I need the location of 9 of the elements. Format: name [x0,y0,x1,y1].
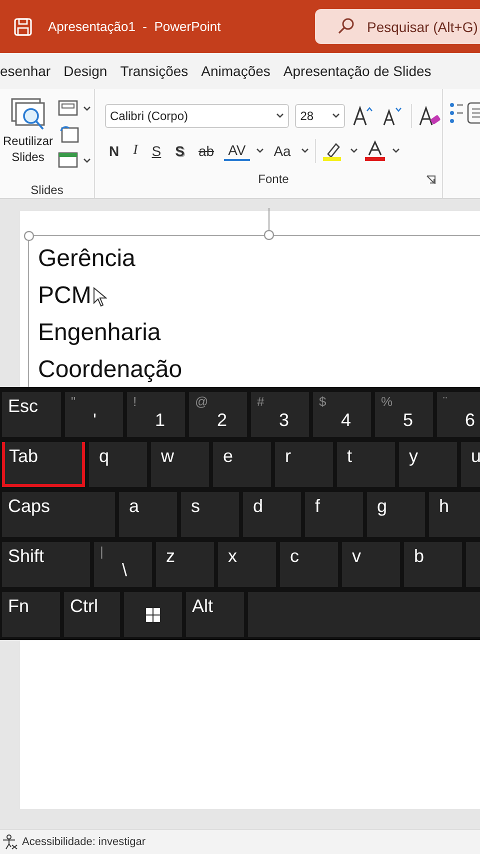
window-title: Apresentação1 - PowerPoint [48,19,221,34]
slide-text-line: Gerência [38,244,136,274]
slide-text-line: Engenharia [38,318,161,348]
shift-symbol: | [100,544,104,559]
group-label: Fonte [258,172,289,186]
accessibility-status: Acessibilidade: investigar [22,836,146,848]
slide-text-line: Coordenação [38,355,182,385]
slide-text-line: PCM [38,277,92,314]
group-label: Slides [30,183,64,197]
